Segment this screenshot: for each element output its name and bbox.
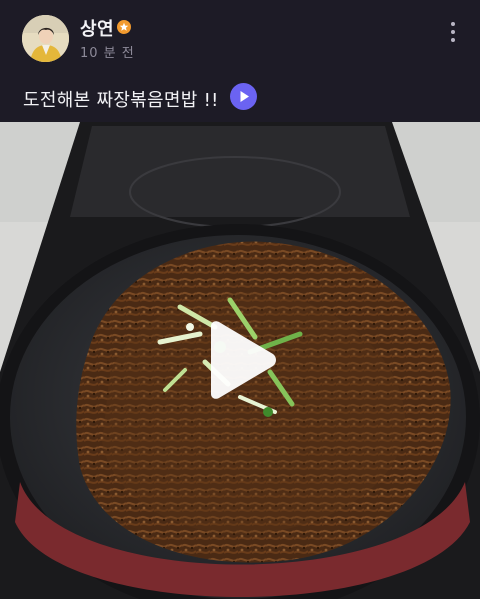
caption-row: 도전해본 짜장볶음면밥 !! — [0, 78, 480, 122]
author-name[interactable]: 상연 — [80, 15, 114, 41]
play-icon[interactable] — [230, 83, 257, 110]
avatar[interactable] — [22, 15, 69, 62]
vertical-dots-icon[interactable] — [441, 18, 465, 46]
play-icon[interactable] — [203, 320, 279, 400]
post-header: 상연 10 분 전 — [0, 0, 480, 78]
post-screen: 상연 10 분 전 도전해본 짜장볶음면밥 !! — [0, 0, 480, 599]
post-caption: 도전해본 짜장볶음면밥 !! — [23, 90, 219, 111]
avatar-photo — [22, 15, 69, 62]
video-thumbnail[interactable] — [0, 122, 480, 599]
post-timestamp: 10 분 전 — [80, 46, 135, 61]
star-badge-icon — [117, 20, 131, 34]
